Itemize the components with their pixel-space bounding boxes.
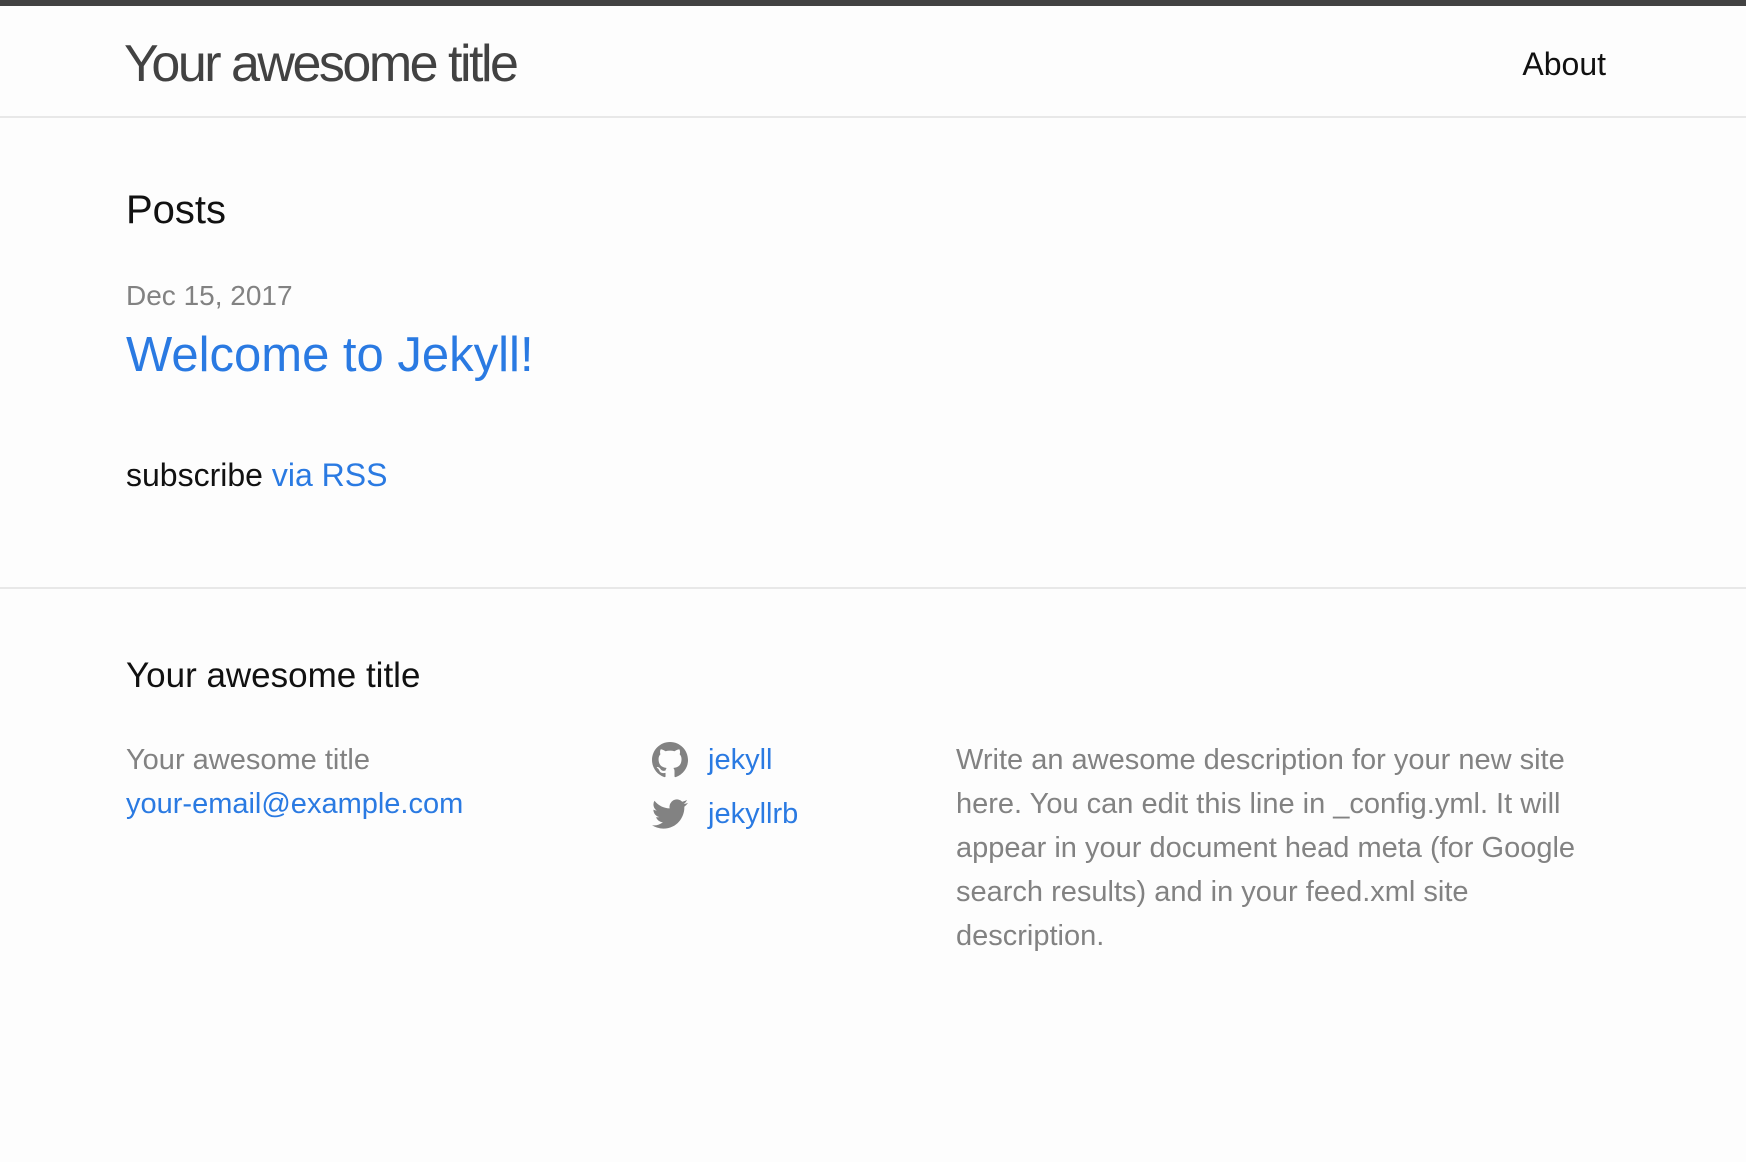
footer-site-name: Your awesome title: [126, 744, 370, 776]
site-title-link[interactable]: Your awesome title: [124, 32, 519, 96]
twitter-username: jekyllrb: [708, 798, 799, 830]
rss-prefix: subscribe: [126, 457, 263, 493]
twitter-icon: [652, 796, 688, 832]
site-description: Write an awesome description for your ne…: [956, 744, 1576, 952]
footer-email-link[interactable]: your-email@example.com: [126, 788, 463, 820]
posts-heading: Posts: [126, 188, 227, 232]
footer-description-column: Write an awesome description for your ne…: [956, 738, 1616, 958]
post-date: Dec 15, 2017: [126, 280, 293, 311]
site-footer: Your awesome title Your awesome title yo…: [0, 587, 1746, 1162]
twitter-link[interactable]: jekyllrb: [652, 792, 932, 836]
github-link[interactable]: jekyll: [652, 738, 932, 782]
post-title-link[interactable]: Welcome to Jekyll!: [126, 324, 534, 386]
rss-link[interactable]: via RSS: [272, 457, 388, 493]
nav-link-about[interactable]: About: [1522, 44, 1606, 84]
site-header: Your awesome title About: [0, 6, 1746, 118]
footer-contact-column: Your awesome title your-email@example.co…: [126, 738, 626, 826]
footer-social-column: jekyll jekyllrb: [652, 738, 932, 846]
rss-subscribe: subscribe via RSS: [126, 454, 387, 496]
footer-heading: Your awesome title: [126, 656, 421, 695]
github-icon: [652, 742, 688, 778]
github-username: jekyll: [708, 744, 773, 776]
